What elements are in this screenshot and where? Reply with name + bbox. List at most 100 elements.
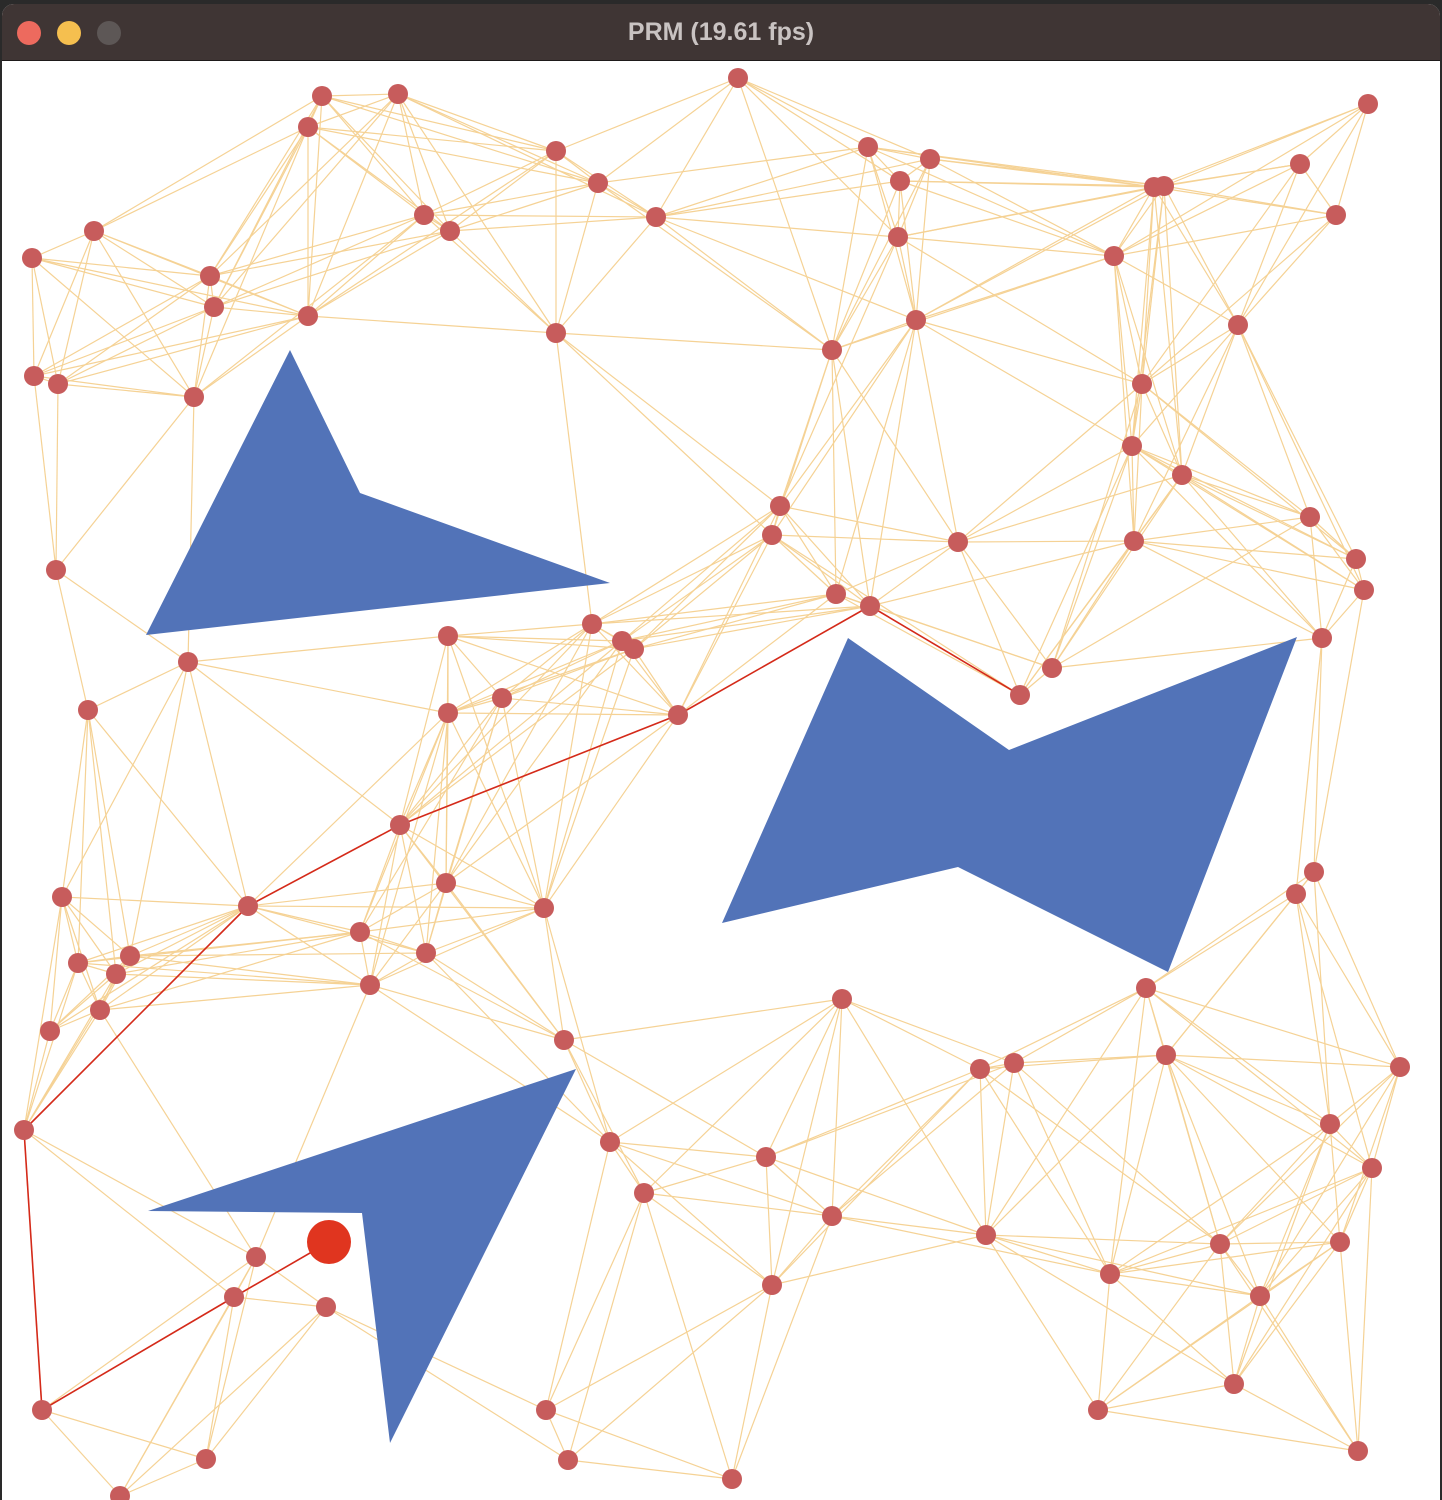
- roadmap-edge: [57, 315, 309, 385]
- roadmap-edge: [985, 1234, 1235, 1385]
- roadmap-edge: [23, 1030, 51, 1131]
- roadmap-edge: [1313, 871, 1331, 1125]
- roadmap-edge: [1133, 540, 1365, 591]
- roadmap-edge: [447, 712, 545, 909]
- roadmap-node: [388, 84, 408, 104]
- roadmap-node: [440, 221, 460, 241]
- roadmap-edge: [979, 1068, 987, 1236]
- roadmap-node: [860, 596, 880, 616]
- roadmap-edge: [633, 593, 837, 650]
- agent-marker: [307, 1220, 351, 1264]
- app-window: PRM (19.61 fps): [2, 4, 1440, 1500]
- roadmap-node: [588, 173, 608, 193]
- roadmap-node: [1348, 1441, 1368, 1461]
- roadmap-edge: [61, 896, 249, 907]
- roadmap-edge: [1131, 445, 1323, 639]
- roadmap-edge: [33, 315, 309, 377]
- roadmap-node: [948, 532, 968, 552]
- roadmap-edge: [555, 77, 739, 152]
- roadmap-edge: [1259, 1295, 1359, 1452]
- roadmap-node: [1124, 531, 1144, 551]
- roadmap-edge: [213, 214, 425, 308]
- roadmap-edge: [929, 158, 1115, 257]
- roadmap-edge: [1219, 1167, 1373, 1245]
- roadmap-edge: [41, 1409, 207, 1460]
- roadmap-edge: [1051, 383, 1143, 669]
- roadmap-edge: [765, 1156, 773, 1286]
- roadmap-edge: [1237, 163, 1301, 326]
- roadmap-node: [1122, 436, 1142, 456]
- roadmap-edge: [985, 1234, 1111, 1275]
- roadmap-edge: [1219, 1241, 1341, 1245]
- roadmap-edge: [307, 214, 425, 317]
- roadmap-node: [558, 1450, 578, 1470]
- roadmap-edge: [397, 93, 425, 216]
- roadmap-edge: [119, 1458, 207, 1497]
- roadmap-edge: [957, 474, 1183, 543]
- roadmap-node: [822, 1206, 842, 1226]
- roadmap-edge: [985, 987, 1147, 1236]
- roadmap-edge: [771, 1068, 981, 1286]
- roadmap-edge: [1233, 1295, 1261, 1385]
- roadmap-node: [976, 1225, 996, 1245]
- roadmap-node: [246, 1247, 266, 1267]
- roadmap-edge: [1219, 1243, 1235, 1385]
- roadmap-edge: [247, 905, 371, 986]
- roadmap-node: [78, 700, 98, 720]
- roadmap-edge: [1181, 474, 1323, 639]
- roadmap-node: [534, 898, 554, 918]
- roadmap-edge: [247, 905, 545, 909]
- roadmap-edge: [61, 661, 189, 898]
- roadmap-node: [414, 205, 434, 225]
- path-segment: [399, 714, 679, 826]
- roadmap-node: [668, 705, 688, 725]
- roadmap-node: [1250, 1286, 1270, 1306]
- roadmap-edge: [957, 541, 1021, 696]
- roadmap-edge: [1181, 324, 1239, 476]
- roadmap-scene: [14, 68, 1410, 1500]
- roadmap-node: [546, 323, 566, 343]
- roadmap-edge: [655, 146, 869, 218]
- roadmap-node: [224, 1287, 244, 1307]
- prm-canvas[interactable]: [2, 61, 1440, 1500]
- path-segment: [23, 1129, 43, 1411]
- roadmap-edge: [31, 257, 35, 377]
- roadmap-edge: [1237, 214, 1337, 326]
- roadmap-edge: [655, 77, 739, 218]
- roadmap-edge: [737, 77, 901, 182]
- roadmap-node: [1290, 154, 1310, 174]
- roadmap-edge: [23, 962, 79, 1131]
- roadmap-edge: [915, 185, 1165, 321]
- roadmap-node: [1100, 1264, 1120, 1284]
- roadmap-edge: [1313, 871, 1401, 1068]
- roadmap-edge: [359, 931, 565, 1041]
- roadmap-node: [1132, 374, 1152, 394]
- roadmap-edge: [543, 640, 623, 909]
- roadmap-node: [204, 297, 224, 317]
- roadmap-edge: [129, 955, 371, 986]
- roadmap-edge: [55, 569, 89, 711]
- roadmap-edge: [1109, 1243, 1221, 1275]
- roadmap-edge: [93, 126, 309, 232]
- roadmap-node: [390, 815, 410, 835]
- roadmap-edge: [369, 712, 449, 986]
- roadmap-node: [722, 1469, 742, 1489]
- roadmap-node: [822, 340, 842, 360]
- roadmap-edge: [447, 635, 545, 909]
- roadmap-edge: [213, 306, 309, 317]
- roadmap-edge: [1097, 1273, 1111, 1411]
- roadmap-node: [728, 68, 748, 88]
- title-bar[interactable]: PRM (19.61 fps): [2, 4, 1440, 61]
- roadmap-edge: [841, 998, 1015, 1064]
- roadmap-edge: [633, 534, 773, 650]
- roadmap-node: [890, 171, 910, 191]
- roadmap-edge: [187, 661, 401, 826]
- roadmap-edge: [591, 593, 837, 625]
- roadmap-edge: [233, 1296, 327, 1308]
- roadmap-edge: [915, 319, 959, 543]
- roadmap-edge: [425, 952, 565, 1041]
- roadmap-edge: [643, 1192, 733, 1480]
- roadmap-edge: [1163, 103, 1369, 187]
- roadmap-edge: [55, 383, 59, 571]
- roadmap-edge: [449, 150, 557, 232]
